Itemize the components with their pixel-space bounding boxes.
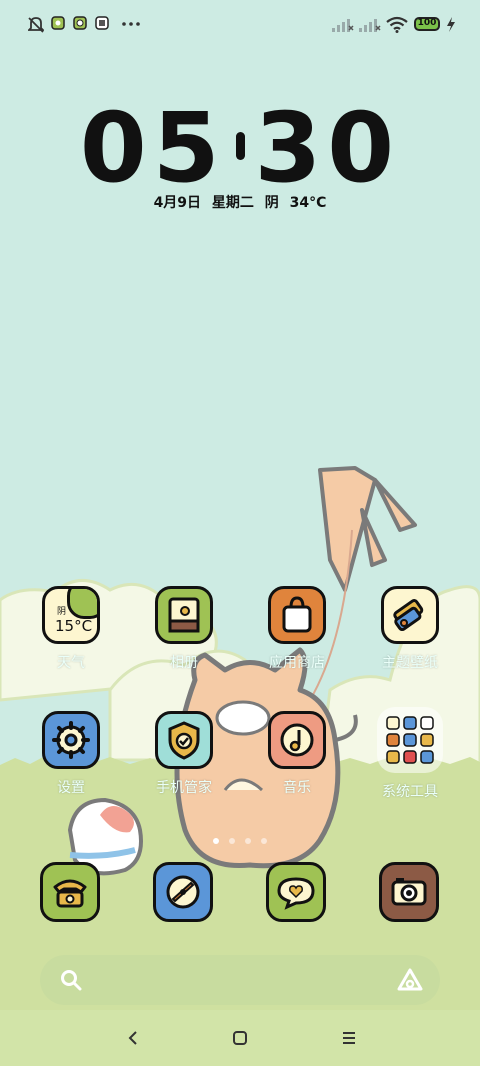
clock-hours: 05 xyxy=(79,92,226,204)
navigation-bar xyxy=(0,1010,480,1066)
battery-icon: 100 xyxy=(414,17,440,31)
weather-condition: 阴 xyxy=(57,607,67,617)
folder-icon xyxy=(377,707,443,773)
security-shield-icon xyxy=(155,711,213,769)
settings-gear-icon xyxy=(42,711,100,769)
weather-icon: 阴 15°C xyxy=(42,586,100,644)
more-dots-icon xyxy=(122,22,140,26)
app-label: 相册 xyxy=(170,655,198,671)
messages-icon xyxy=(266,862,326,922)
wifi-icon xyxy=(386,16,408,33)
charging-bolt-icon xyxy=(447,17,455,32)
app-label: 应用商店 xyxy=(269,655,325,671)
search-icon[interactable] xyxy=(60,969,82,991)
mute-bell-icon xyxy=(28,17,44,33)
app-notification-icon xyxy=(95,16,109,30)
app-label: 天气 xyxy=(57,655,85,671)
phone-icon xyxy=(40,862,100,922)
date-weather-line: 4月9日 星期二 阴 34°C xyxy=(153,195,327,211)
app-label: 主题壁纸 xyxy=(382,655,438,671)
app-music[interactable]: 音乐 xyxy=(242,711,352,797)
signal-off-icon xyxy=(332,19,354,32)
dock-phone[interactable] xyxy=(15,862,125,922)
signal-off-icon xyxy=(359,19,381,32)
page-indicator[interactable] xyxy=(0,829,480,848)
status-bar: 100 xyxy=(0,0,480,50)
app-weather[interactable]: 阴 15°C 天气 xyxy=(16,586,126,672)
app-settings[interactable]: 设置 xyxy=(16,711,126,797)
app-label: 系统工具 xyxy=(382,784,438,800)
app-themes[interactable]: 主题壁纸 xyxy=(355,586,465,672)
clock-widget[interactable]: 05 30 xyxy=(0,98,480,198)
folder-system-tools[interactable]: 系统工具 xyxy=(355,707,465,801)
search-bar[interactable] xyxy=(40,955,440,1005)
clock-separator xyxy=(235,131,245,160)
battery-level: 100 xyxy=(417,18,437,28)
page-dot[interactable] xyxy=(261,838,267,844)
page-dot[interactable] xyxy=(229,838,235,844)
music-icon xyxy=(268,711,326,769)
app-notification-icon xyxy=(73,16,87,30)
back-icon[interactable] xyxy=(126,1030,140,1046)
app-store[interactable]: 应用商店 xyxy=(242,586,352,672)
recents-icon[interactable] xyxy=(341,1031,357,1045)
gallery-icon xyxy=(155,586,213,644)
app-security[interactable]: 手机管家 xyxy=(129,711,239,797)
browser-icon xyxy=(153,862,213,922)
weather-temperature: 15°C xyxy=(55,617,93,635)
camera-icon xyxy=(379,862,439,922)
app-label: 设置 xyxy=(57,780,85,796)
app-store-icon xyxy=(268,586,326,644)
page-dot[interactable] xyxy=(245,838,251,844)
app-label: 音乐 xyxy=(283,780,311,796)
app-label: 手机管家 xyxy=(156,780,212,796)
assistant-icon[interactable] xyxy=(396,967,424,993)
dock-camera[interactable] xyxy=(354,862,464,922)
app-gallery[interactable]: 相册 xyxy=(129,586,239,672)
page-dot[interactable] xyxy=(213,838,219,844)
clock-minutes: 30 xyxy=(254,92,401,204)
dock-messages[interactable] xyxy=(241,862,351,922)
dock-browser[interactable] xyxy=(128,862,238,922)
app-notification-icon xyxy=(51,16,65,30)
themes-icon xyxy=(381,586,439,644)
home-icon[interactable] xyxy=(232,1030,248,1046)
